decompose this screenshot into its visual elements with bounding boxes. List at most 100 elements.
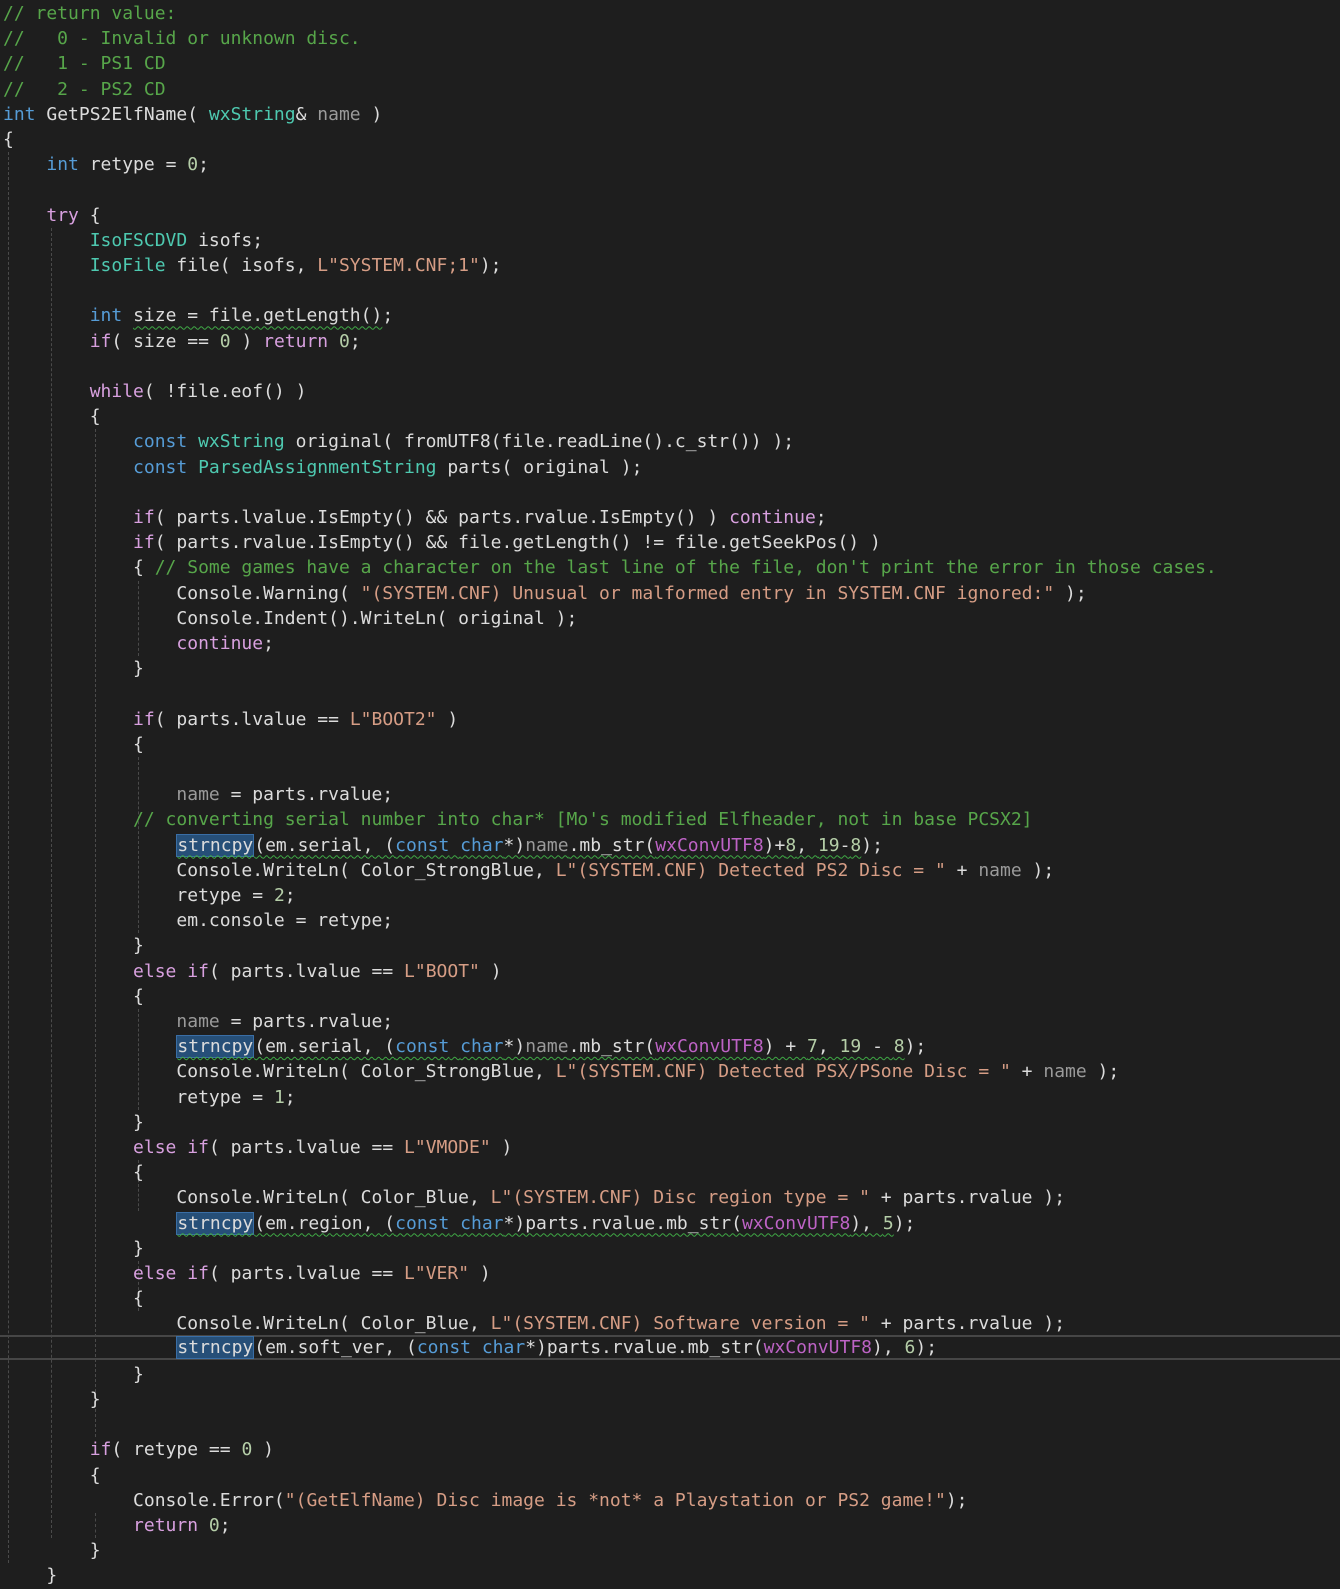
code-line[interactable]: name = parts.rvalue; [0, 782, 1340, 807]
code-line[interactable]: Console.WriteLn( Color_Blue, L"(SYSTEM.C… [0, 1185, 1340, 1210]
code-token: = parts.rvalue; [219, 1011, 394, 1032]
code-token: IsoFile [89, 255, 166, 276]
code-line[interactable]: else if( parts.lvalue == L"VER" ) [0, 1261, 1340, 1286]
code-token: retype = [78, 154, 188, 176]
code-line[interactable]: IsoFile file( isofs, L"SYSTEM.CNF;1"); [0, 253, 1340, 278]
code-token: { [3, 1162, 144, 1184]
code-line[interactable]: int size = file.getLength(); [0, 303, 1340, 328]
code-editor[interactable]: // return value: // 0 - Invalid or unknow… [0, 0, 1340, 1589]
code-line[interactable] [0, 1412, 1340, 1437]
code-line[interactable]: try { [0, 203, 1340, 228]
code-line[interactable]: retype = 2; [0, 883, 1340, 908]
code-token: Console.WriteLn( Color_Blue, [3, 1187, 491, 1209]
code-line[interactable]: } [0, 1387, 1340, 1412]
code-line[interactable] [0, 177, 1340, 202]
code-line[interactable]: // converting serial number into char* [… [0, 807, 1340, 832]
code-line[interactable]: if( parts.rvalue.IsEmpty() && file.getLe… [0, 530, 1340, 555]
code-line[interactable]: Console.WriteLn( Color_StrongBlue, L"(SY… [0, 1059, 1340, 1084]
code-token: ); [1054, 582, 1087, 604]
code-token: (em.region, ( [254, 1212, 396, 1234]
code-line[interactable]: { [0, 1286, 1340, 1311]
code-line[interactable]: const ParsedAssignmentString parts( orig… [0, 455, 1340, 480]
code-token: ); [904, 1036, 927, 1058]
code-line[interactable]: return 0; [0, 1513, 1340, 1538]
code-line[interactable]: const wxString original( fromUTF8(file.r… [0, 429, 1340, 454]
code-line[interactable]: { // Some games have a character on the … [0, 555, 1340, 580]
code-token: ; [198, 154, 209, 176]
code-line[interactable]: } [0, 1362, 1340, 1387]
code-line[interactable]: Console.WriteLn( Color_Blue, L"(SYSTEM.C… [0, 1311, 1340, 1336]
code-line[interactable]: if( retype == 0 ) [0, 1437, 1340, 1462]
code-line[interactable]: retype = 1; [0, 1085, 1340, 1110]
code-line[interactable]: em.console = retype; [0, 908, 1340, 933]
code-token: } [3, 658, 144, 680]
code-line[interactable]: } [0, 1236, 1340, 1261]
code-line[interactable]: // 1 - PS1 CD [0, 51, 1340, 76]
code-line[interactable]: if( parts.lvalue.IsEmpty() && parts.rval… [0, 505, 1340, 530]
code-token: continue [176, 633, 264, 654]
code-token: 0 [187, 154, 199, 176]
code-line[interactable]: IsoFSCDVD isofs; [0, 228, 1340, 253]
code-token: Console.WriteLn( Color_StrongBlue, [3, 1061, 556, 1083]
code-line[interactable]: // 2 - PS2 CD [0, 77, 1340, 102]
code-line[interactable] [0, 681, 1340, 706]
code-line[interactable]: Console.WriteLn( Color_StrongBlue, L"(SY… [0, 858, 1340, 883]
code-token: ); [1086, 1061, 1120, 1083]
code-line[interactable] [0, 354, 1340, 379]
code-line[interactable]: continue; [0, 631, 1340, 656]
code-token: wxString [198, 431, 285, 453]
code-token: wxConvUTF8 [763, 1336, 872, 1358]
code-token: )+ [763, 834, 786, 856]
code-line[interactable]: { [0, 732, 1340, 757]
code-token: else [133, 1137, 177, 1158]
code-token: (em.soft_ver, ( [254, 1336, 417, 1358]
code-token: if [187, 960, 209, 982]
code-line[interactable]: name = parts.rvalue; [0, 1009, 1340, 1034]
code-line[interactable]: if( size == 0 ) return 0; [0, 329, 1340, 354]
current-code-line[interactable]: strncpy(em.soft_ver, (const char*)parts.… [0, 1334, 1340, 1360]
code-token: char [481, 1336, 526, 1358]
code-line[interactable] [0, 757, 1340, 782]
code-line[interactable]: strncpy(em.serial, (const char*)name.mb_… [0, 1034, 1340, 1059]
code-token: // Some games have a character on the la… [154, 557, 1217, 579]
code-line[interactable]: strncpy(em.serial, (const char*)name.mb_… [0, 833, 1340, 858]
code-token: ); [945, 1489, 968, 1511]
code-line[interactable]: strncpy(em.region, (const char*)parts.rv… [0, 1211, 1340, 1236]
code-token: ParsedAssignmentString [198, 456, 437, 478]
code-line[interactable]: { [0, 404, 1340, 429]
code-line[interactable] [0, 278, 1340, 303]
code-line[interactable]: { [0, 984, 1340, 1009]
code-line[interactable]: } [0, 656, 1340, 681]
code-line[interactable]: { [0, 1463, 1340, 1488]
code-line[interactable]: { [0, 127, 1340, 152]
code-token: wxConvUTF8 [655, 1036, 764, 1058]
code-token: { [3, 985, 144, 1007]
code-line[interactable]: int retype = 0; [0, 152, 1340, 177]
code-token: ), [850, 1212, 883, 1234]
code-line[interactable]: int GetPS2ElfName( wxString& name ) [0, 102, 1340, 127]
code-token: Console.Warning( [3, 582, 361, 604]
code-line[interactable]: // return value: [0, 1, 1340, 26]
code-token: char [460, 834, 504, 856]
code-line[interactable]: Console.Error("(GetElfName) Disc image i… [0, 1488, 1340, 1513]
code-line[interactable]: { [0, 1160, 1340, 1185]
code-line[interactable]: } [0, 1563, 1340, 1588]
code-token: *) [503, 834, 526, 856]
code-line[interactable]: while( !file.eof() ) [0, 379, 1340, 404]
code-line[interactable]: if( parts.lvalue == L"BOOT2" ) [0, 707, 1340, 732]
code-line[interactable] [0, 480, 1340, 505]
code-line[interactable]: Console.Indent().WriteLn( original ); [0, 606, 1340, 631]
code-line[interactable]: Console.Warning( "(SYSTEM.CNF) Unusual o… [0, 581, 1340, 606]
code-line[interactable]: } [0, 1110, 1340, 1135]
code-line[interactable]: } [0, 1538, 1340, 1563]
code-token: ) [252, 1439, 274, 1461]
code-token: ( size == [111, 330, 220, 352]
code-line[interactable]: else if( parts.lvalue == L"VMODE" ) [0, 1135, 1340, 1160]
code-line[interactable]: else if( parts.lvalue == L"BOOT" ) [0, 959, 1340, 984]
code-line[interactable]: } [0, 933, 1340, 958]
code-line[interactable]: // 0 - Invalid or unknown disc. [0, 26, 1340, 51]
